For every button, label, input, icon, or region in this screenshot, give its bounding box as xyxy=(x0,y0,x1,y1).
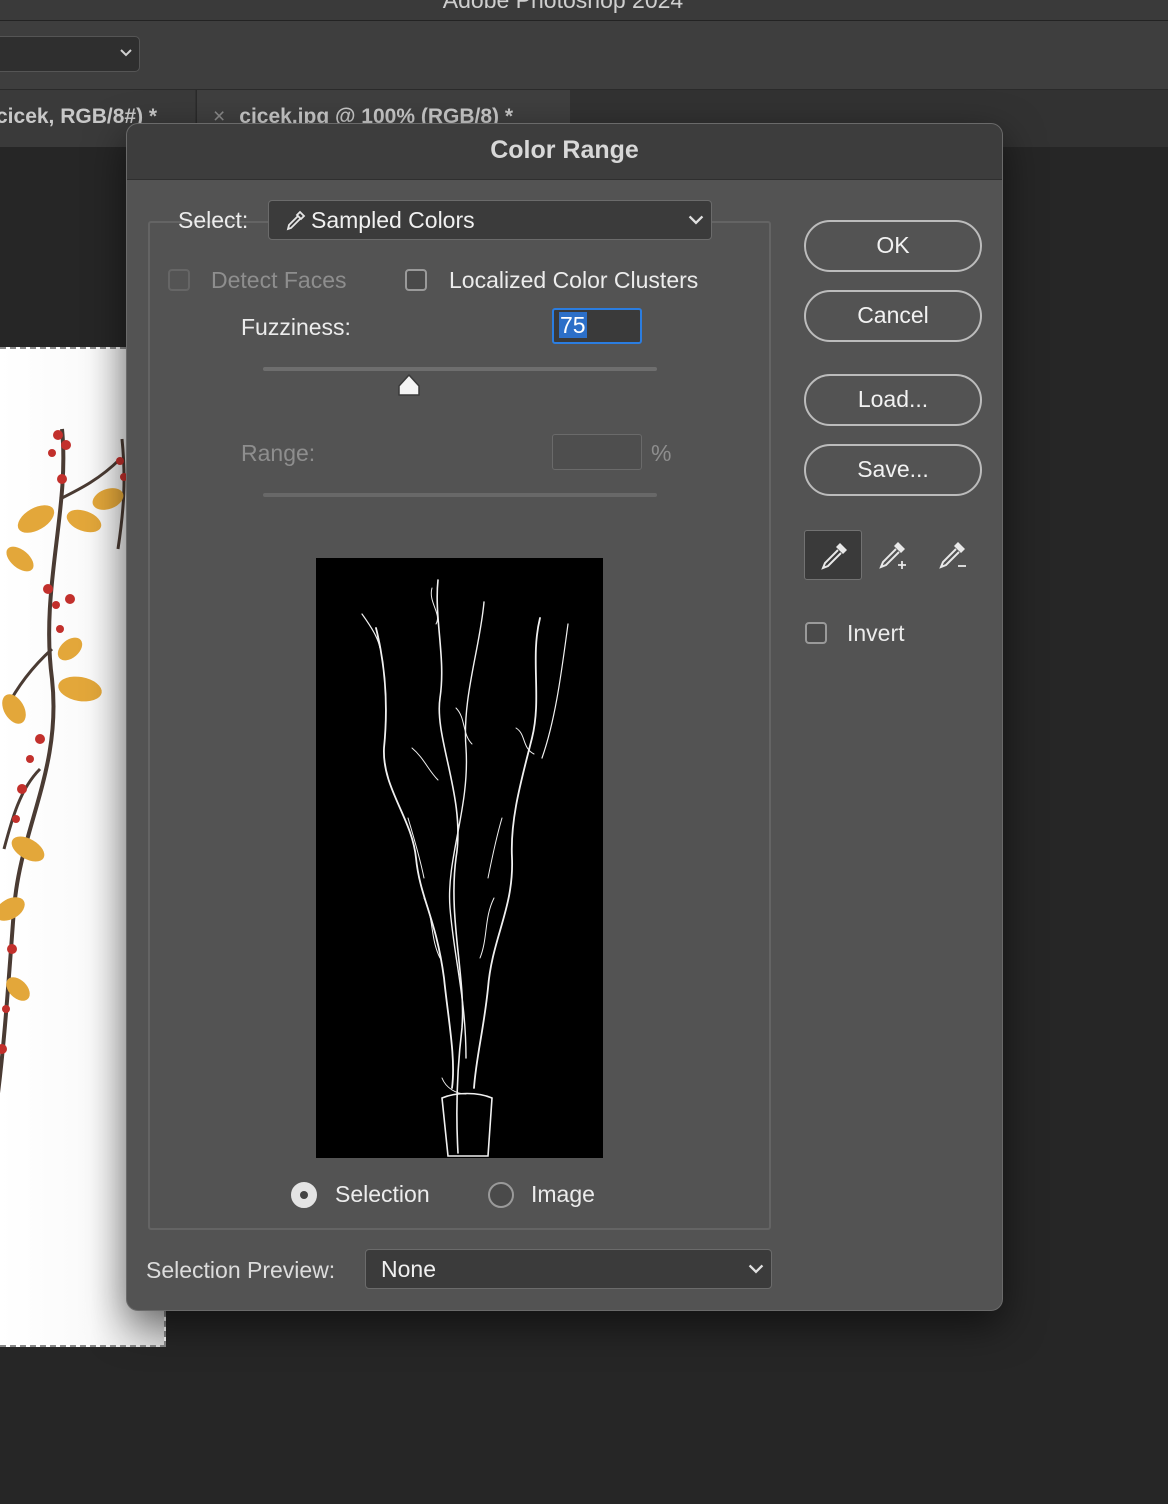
save-button[interactable]: Save... xyxy=(804,444,982,496)
localized-color-clusters-label: Localized Color Clusters xyxy=(449,267,699,293)
detect-faces-checkbox[interactable] xyxy=(168,269,190,291)
selection-preview-value: None xyxy=(381,1256,436,1282)
selection-mask-image xyxy=(361,579,569,1157)
selection-preview-dropdown[interactable]: None xyxy=(365,1249,772,1289)
select-label: Select: xyxy=(178,207,249,233)
localized-color-clusters-checkbox[interactable] xyxy=(405,269,427,291)
selection-preview-label: Selection Preview: xyxy=(146,1257,336,1283)
fuzziness-slider-track[interactable] xyxy=(263,367,657,371)
detect-faces-label: Detect Faces xyxy=(211,267,347,293)
eyedropper-plus-icon xyxy=(879,542,906,569)
eyedropper-subtract-tool-button[interactable] xyxy=(923,530,981,580)
fuzziness-label: Fuzziness: xyxy=(241,314,351,340)
window-title-bar: Adobe Photoshop 2024 xyxy=(0,0,1168,21)
eyedropper-tool-button[interactable] xyxy=(804,530,862,580)
invert-label: Invert xyxy=(847,620,905,646)
selection-preview-image xyxy=(316,558,603,1158)
eyedropper-icon xyxy=(821,543,847,570)
eyedropper-add-tool-button[interactable] xyxy=(863,530,921,580)
range-slider-track[interactable] xyxy=(263,493,657,497)
ok-button[interactable]: OK xyxy=(804,220,982,272)
color-range-dialog: Color Range Select: Sampled Colors Detec… xyxy=(126,123,1003,1311)
window-title: Adobe Photoshop 2024 xyxy=(442,0,684,13)
range-label: Range: xyxy=(241,440,316,466)
chevron-down-icon xyxy=(688,215,704,225)
load-button[interactable]: Load... xyxy=(804,374,982,426)
fuzziness-input[interactable]: 75 xyxy=(552,308,642,344)
invert-checkbox[interactable] xyxy=(805,622,827,644)
select-dropdown[interactable]: Sampled Colors xyxy=(268,200,712,240)
range-input[interactable] xyxy=(552,434,642,470)
image-radio[interactable] xyxy=(488,1182,514,1208)
eyedropper-minus-icon xyxy=(939,542,966,569)
chevron-down-icon xyxy=(748,1264,764,1274)
fuzziness-value: 75 xyxy=(559,312,587,338)
range-unit: % xyxy=(651,440,672,466)
options-bar xyxy=(0,21,1168,90)
selection-radio-label: Selection xyxy=(335,1181,430,1207)
eyedropper-icon xyxy=(286,210,306,231)
tool-preset-dropdown[interactable] xyxy=(0,36,140,72)
image-radio-label: Image xyxy=(531,1181,595,1207)
selection-radio[interactable] xyxy=(291,1182,317,1208)
chevron-down-icon xyxy=(120,49,132,57)
select-value: Sampled Colors xyxy=(311,207,475,233)
cancel-button[interactable]: Cancel xyxy=(804,290,982,342)
dialog-title: Color Range xyxy=(127,124,1002,180)
fuzziness-slider-thumb[interactable] xyxy=(397,373,421,397)
